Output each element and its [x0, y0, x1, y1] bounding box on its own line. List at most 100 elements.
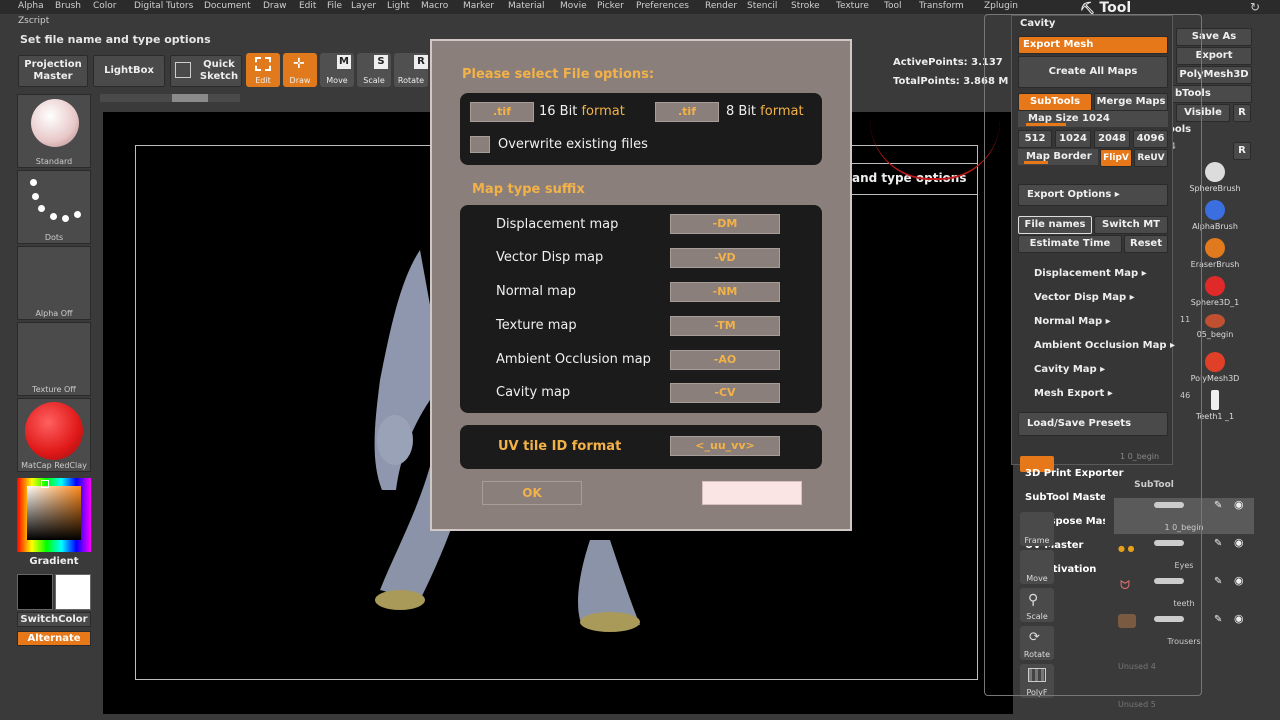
- suffix-field[interactable]: -CV: [670, 383, 780, 403]
- menu-movie[interactable]: Movie: [560, 1, 587, 11]
- switch-mt-button[interactable]: Switch MT: [1094, 216, 1168, 234]
- size-2048-button[interactable]: 2048: [1094, 130, 1130, 148]
- load-save-presets-button[interactable]: Load/Save Presets: [1018, 412, 1168, 436]
- menu-brush[interactable]: Brush: [55, 1, 81, 11]
- subtool-row[interactable]: ● ● ✎ ◉ Eyes: [1114, 536, 1254, 572]
- menu-document[interactable]: Document: [204, 1, 251, 11]
- alpha-off[interactable]: Alpha Off: [17, 246, 91, 320]
- file-names-button[interactable]: File names: [1018, 216, 1092, 234]
- brush-standard[interactable]: Standard: [17, 94, 91, 168]
- brush-icon[interactable]: ✎: [1214, 614, 1222, 625]
- size-4096-button[interactable]: 4096: [1133, 130, 1168, 148]
- texture-off[interactable]: Texture Off: [17, 322, 91, 396]
- menu-tool[interactable]: Tool: [884, 1, 901, 11]
- mesh-export-submenu[interactable]: Mesh Export: [1034, 388, 1113, 399]
- menu-transform[interactable]: Transform: [919, 1, 964, 11]
- menu-color[interactable]: Color: [93, 1, 117, 11]
- suffix-field[interactable]: -AO: [670, 350, 780, 370]
- reset-button[interactable]: Reset: [1124, 235, 1168, 253]
- edit-button[interactable]: Edit: [246, 53, 280, 87]
- brush-icon[interactable]: ✎: [1214, 500, 1222, 511]
- suffix-field[interactable]: -NM: [670, 282, 780, 302]
- reuv-toggle[interactable]: ReUV: [1134, 149, 1168, 167]
- scale-view-button[interactable]: ⚲ Scale: [1020, 588, 1054, 622]
- color-square[interactable]: [27, 486, 81, 540]
- suffix-field[interactable]: -TM: [670, 316, 780, 336]
- stroke-dots[interactable]: Dots: [17, 170, 91, 244]
- draw-button[interactable]: ✛ Draw: [283, 53, 317, 87]
- toggle-icon[interactable]: [1154, 578, 1184, 584]
- menu-render[interactable]: Render: [705, 1, 737, 11]
- menu-alpha[interactable]: Alpha: [18, 1, 44, 11]
- format8-chip[interactable]: .tif: [655, 102, 719, 122]
- subtool-row[interactable]: ✎ ◉ Trousers: [1114, 612, 1254, 648]
- rotate-view-button[interactable]: ⟳ Rotate: [1020, 626, 1054, 660]
- slider-thumb[interactable]: [172, 94, 208, 102]
- save-as-button[interactable]: Save As: [1176, 28, 1252, 46]
- uv-format-field[interactable]: <_uu_vv>: [670, 436, 780, 456]
- menu-stroke[interactable]: Stroke: [791, 1, 820, 11]
- brush-icon[interactable]: ✎: [1214, 576, 1222, 587]
- subtool-row[interactable]: ᗢ ✎ ◉ teeth: [1114, 574, 1254, 610]
- normal-map-submenu[interactable]: Normal Map: [1034, 316, 1111, 327]
- brush-thumb[interactable]: PolyMesh3D: [1182, 352, 1248, 383]
- polymesh3d-button[interactable]: PolyMesh3D: [1176, 66, 1252, 84]
- overwrite-checkbox[interactable]: [470, 136, 490, 153]
- suffix-field[interactable]: -VD: [670, 248, 780, 268]
- vector-disp-map-submenu[interactable]: Vector Disp Map: [1034, 292, 1135, 303]
- menu-macro[interactable]: Macro: [421, 1, 448, 11]
- ao-map-submenu[interactable]: Ambient Occlusion Map: [1034, 340, 1175, 351]
- menu-light[interactable]: Light: [387, 1, 409, 11]
- secondary-color-swatch[interactable]: [55, 574, 91, 610]
- menu-digital-tutors[interactable]: Digital Tutors: [134, 1, 193, 11]
- projection-master-button[interactable]: Projection Master: [18, 55, 88, 87]
- rotate-button[interactable]: R Rotate: [394, 53, 428, 87]
- brush-thumb[interactable]: SphereBrush: [1182, 162, 1248, 193]
- toggle-icon[interactable]: [1154, 502, 1184, 508]
- frame-button[interactable]: Frame: [1020, 512, 1054, 546]
- map-border-slider[interactable]: Map Border: [1018, 149, 1098, 165]
- format16-chip[interactable]: .tif: [470, 102, 534, 122]
- subtool-header[interactable]: SubTool: [1110, 480, 1198, 490]
- cavity-map-submenu[interactable]: Cavity Map: [1034, 364, 1105, 375]
- subtools-toggle[interactable]: SubTools: [1018, 93, 1092, 111]
- polyf-button[interactable]: PolyF: [1020, 664, 1054, 698]
- size-1024-button[interactable]: 1024: [1055, 130, 1091, 148]
- ok-button[interactable]: OK: [482, 481, 582, 505]
- eye-icon[interactable]: ◉: [1234, 574, 1244, 587]
- create-all-maps-button[interactable]: Create All Maps: [1018, 56, 1168, 88]
- color-picker[interactable]: [17, 478, 91, 552]
- menu-edit[interactable]: Edit: [299, 1, 316, 11]
- merge-maps-toggle[interactable]: Merge Maps: [1094, 93, 1168, 111]
- menu-layer[interactable]: Layer: [351, 1, 376, 11]
- tool-palette-title[interactable]: ⛏ Tool: [1080, 0, 1131, 16]
- menu-stencil[interactable]: Stencil: [747, 1, 777, 11]
- eye-icon[interactable]: ◉: [1234, 498, 1244, 511]
- gradient-label[interactable]: Gradient: [17, 556, 91, 567]
- move-button[interactable]: M Move: [320, 53, 354, 87]
- brush-thumb[interactable]: AlphaBrush: [1182, 200, 1248, 231]
- brush-icon[interactable]: ✎: [1214, 538, 1222, 549]
- subtool-master-item[interactable]: SubTool Master: [1025, 492, 1112, 503]
- 3d-print-exporter-item[interactable]: 3D Print Exporter: [1025, 468, 1124, 479]
- map-size-slider[interactable]: Map Size 1024: [1018, 111, 1168, 127]
- matcap-redclay[interactable]: MatCap RedClay: [17, 398, 91, 472]
- displacement-map-submenu[interactable]: Displacement Map: [1034, 268, 1147, 279]
- cancel-button[interactable]: [702, 481, 802, 505]
- export-options-menu[interactable]: Export Options ▸: [1018, 184, 1168, 206]
- move-view-button[interactable]: Move: [1020, 550, 1054, 584]
- subtools-header[interactable]: bTools: [1168, 85, 1252, 103]
- refresh-icon[interactable]: ↻: [1250, 0, 1260, 14]
- eye-icon[interactable]: ◉: [1234, 612, 1244, 625]
- lightbox-button[interactable]: LightBox: [93, 55, 165, 87]
- size-512-button[interactable]: 512: [1018, 130, 1052, 148]
- brush-thumb[interactable]: Teeth1 _1: [1182, 390, 1248, 421]
- switch-color-button[interactable]: SwitchColor: [17, 612, 91, 627]
- suffix-field[interactable]: -DM: [670, 214, 780, 234]
- flipv-toggle[interactable]: FlipV: [1100, 149, 1132, 167]
- subtool-row[interactable]: ✎ ◉ 1 0_begin: [1114, 498, 1254, 534]
- menu-texture[interactable]: Texture: [836, 1, 869, 11]
- menu-preferences[interactable]: Preferences: [636, 1, 689, 11]
- brush-thumb[interactable]: Sphere3D_1: [1182, 276, 1248, 307]
- scale-button[interactable]: S Scale: [357, 53, 391, 87]
